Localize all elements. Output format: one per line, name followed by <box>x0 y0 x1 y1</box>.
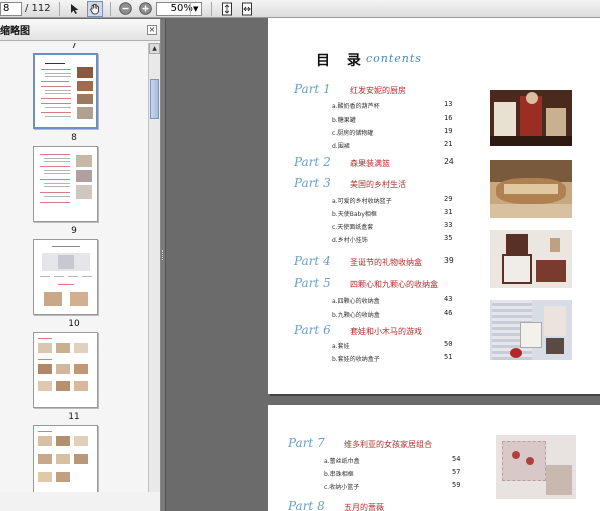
toc-page-number: 46 <box>444 309 453 317</box>
toc-page-number: 50 <box>444 340 453 348</box>
thumbnail-page-12[interactable] <box>33 425 98 492</box>
fit-page-button[interactable] <box>219 1 235 17</box>
page-number-input[interactable]: 8 <box>0 1 22 16</box>
part-title[interactable]: 圣诞节的礼物收纳盒 <box>350 257 422 268</box>
toc-entry[interactable]: a.酸奶香的葫芦杯 <box>332 101 380 110</box>
thumbnail-label: 9 <box>71 226 77 236</box>
toc-page-number: 57 <box>452 468 461 476</box>
toc-entry[interactable]: c.天使面纸盒套 <box>332 222 373 231</box>
toc-entry[interactable]: d.乡村小挂饰 <box>332 235 368 244</box>
part-label: Part 8 <box>288 499 325 511</box>
select-tool-button[interactable] <box>67 1 83 17</box>
fit-width-button[interactable] <box>239 1 255 17</box>
toc-page-number: 16 <box>444 114 453 122</box>
toc-entry[interactable]: a.四颗心的收纳盒 <box>332 296 380 305</box>
toc-page-number: 39 <box>444 256 454 265</box>
chevron-down-icon: ▼ <box>189 2 201 15</box>
photo-victoria <box>496 435 576 499</box>
photo-dolls <box>490 300 572 360</box>
scrollbar-thumb[interactable] <box>150 79 159 119</box>
thumbnail-page-8[interactable] <box>33 53 98 129</box>
thumbnail-page-9[interactable] <box>33 146 98 222</box>
document-page: Part 7 维多利亚的女孩家居组合 a.蕾丝纸巾盒 54 b.串珠相框 57 … <box>268 405 600 511</box>
toc-page-number: 29 <box>444 195 453 203</box>
panel-close-button[interactable]: × <box>147 24 157 35</box>
toc-entry[interactable]: b.天使Baby相框 <box>332 209 377 218</box>
thumbnail-label: 11 <box>68 412 80 422</box>
toc-page-number: 43 <box>444 295 453 303</box>
zoom-level-select[interactable]: 50% ▼ <box>155 1 202 16</box>
part-title[interactable]: 套娃和小木马的游戏 <box>350 326 422 337</box>
toolbar: 8 / 112 50% ▼ <box>0 0 600 18</box>
thumbnail-page-10[interactable] <box>33 239 98 315</box>
thumbnail-page-11[interactable] <box>33 332 98 408</box>
toc-page-number: 24 <box>444 157 454 166</box>
zoom-in-button[interactable] <box>138 1 154 17</box>
fit-width-icon <box>241 2 252 15</box>
part-title[interactable]: 森果装满篮 <box>350 158 390 169</box>
scroll-up-icon[interactable]: ▲ <box>149 43 160 54</box>
panel-header: 缩略图 × <box>0 19 160 41</box>
part-label: Part 7 <box>288 436 325 450</box>
splitter-grip[interactable] <box>162 250 165 260</box>
toolbar-separator <box>109 1 111 16</box>
toc-page-number: 31 <box>444 208 453 216</box>
zoom-out-button[interactable] <box>118 1 134 17</box>
toolbar-separator <box>210 1 212 16</box>
thumbnail-scrollbar[interactable]: ▲ <box>148 43 160 492</box>
toc-title: 目 录 <box>316 53 367 69</box>
part-title[interactable]: 维多利亚的女孩家居组合 <box>344 439 432 450</box>
toolbar-separator <box>58 1 60 16</box>
part-label: Part 6 <box>294 323 331 337</box>
part-label: Part 2 <box>294 155 331 169</box>
part-title[interactable]: 五月的蔷薇 <box>344 502 384 511</box>
hand-tool-button[interactable] <box>86 0 103 17</box>
part-title[interactable]: 美国的乡村生活 <box>350 179 406 190</box>
zoom-in-icon <box>139 2 152 15</box>
toc-page-number: 54 <box>452 455 461 463</box>
toc-entry[interactable]: b.套娃的收纳盒子 <box>332 354 380 363</box>
toc-entry[interactable]: b.九颗心的收纳盒 <box>332 310 380 319</box>
toc-page-number: 35 <box>444 234 453 242</box>
toc-subtitle: contents <box>366 52 422 65</box>
toc-page-number: 21 <box>444 140 453 148</box>
thumbnail-label: 7 <box>71 43 77 51</box>
thumbnail-label: 8 <box>71 133 77 143</box>
photo-kitchen <box>490 90 572 146</box>
zoom-out-icon <box>119 2 132 15</box>
toc-entry[interactable]: d.围裙 <box>332 141 350 150</box>
document-page: 目 录 contents Part 1 红发安妮的厨房 a.酸奶香的葫芦杯 13… <box>268 18 600 394</box>
toc-entry[interactable]: a.蕾丝纸巾盒 <box>324 456 360 465</box>
panel-splitter[interactable] <box>161 19 166 511</box>
hand-icon <box>89 3 99 14</box>
toc-entry[interactable]: a.套娃 <box>332 341 350 350</box>
toc-entry[interactable]: c.厨房的储物罐 <box>332 128 373 137</box>
toc-page-number: 51 <box>444 353 453 361</box>
fit-page-icon <box>221 2 232 15</box>
toc-page-number: 19 <box>444 127 453 135</box>
toc-page-number: 13 <box>444 100 453 108</box>
part-title[interactable]: 四颗心和九颗心的收纳盒 <box>350 279 438 290</box>
toc-entry[interactable]: a.可爱的乡村收纳篮子 <box>332 196 392 205</box>
part-label: Part 4 <box>294 254 331 268</box>
part-label: Part 3 <box>294 176 331 190</box>
toc-entry[interactable]: c.收纳小篮子 <box>324 482 359 491</box>
toc-entry[interactable]: b.串珠相框 <box>324 469 354 478</box>
part-title[interactable]: 红发安妮的厨房 <box>350 85 406 96</box>
photo-boxes <box>490 230 572 288</box>
thumbnail-list: 7 8 9 10 11 <box>0 43 148 492</box>
toc-page-number: 59 <box>452 481 461 489</box>
cursor-icon <box>70 3 79 14</box>
photo-basket <box>490 160 572 218</box>
toc-entry[interactable]: b.糖果罐 <box>332 115 356 124</box>
thumbnail-label: 10 <box>68 319 80 329</box>
toc-page-number: 33 <box>444 221 453 229</box>
page-total: / 112 <box>25 3 51 14</box>
part-label: Part 1 <box>294 82 331 96</box>
part-label: Part 5 <box>294 276 331 290</box>
panel-title: 缩略图 <box>0 26 30 37</box>
